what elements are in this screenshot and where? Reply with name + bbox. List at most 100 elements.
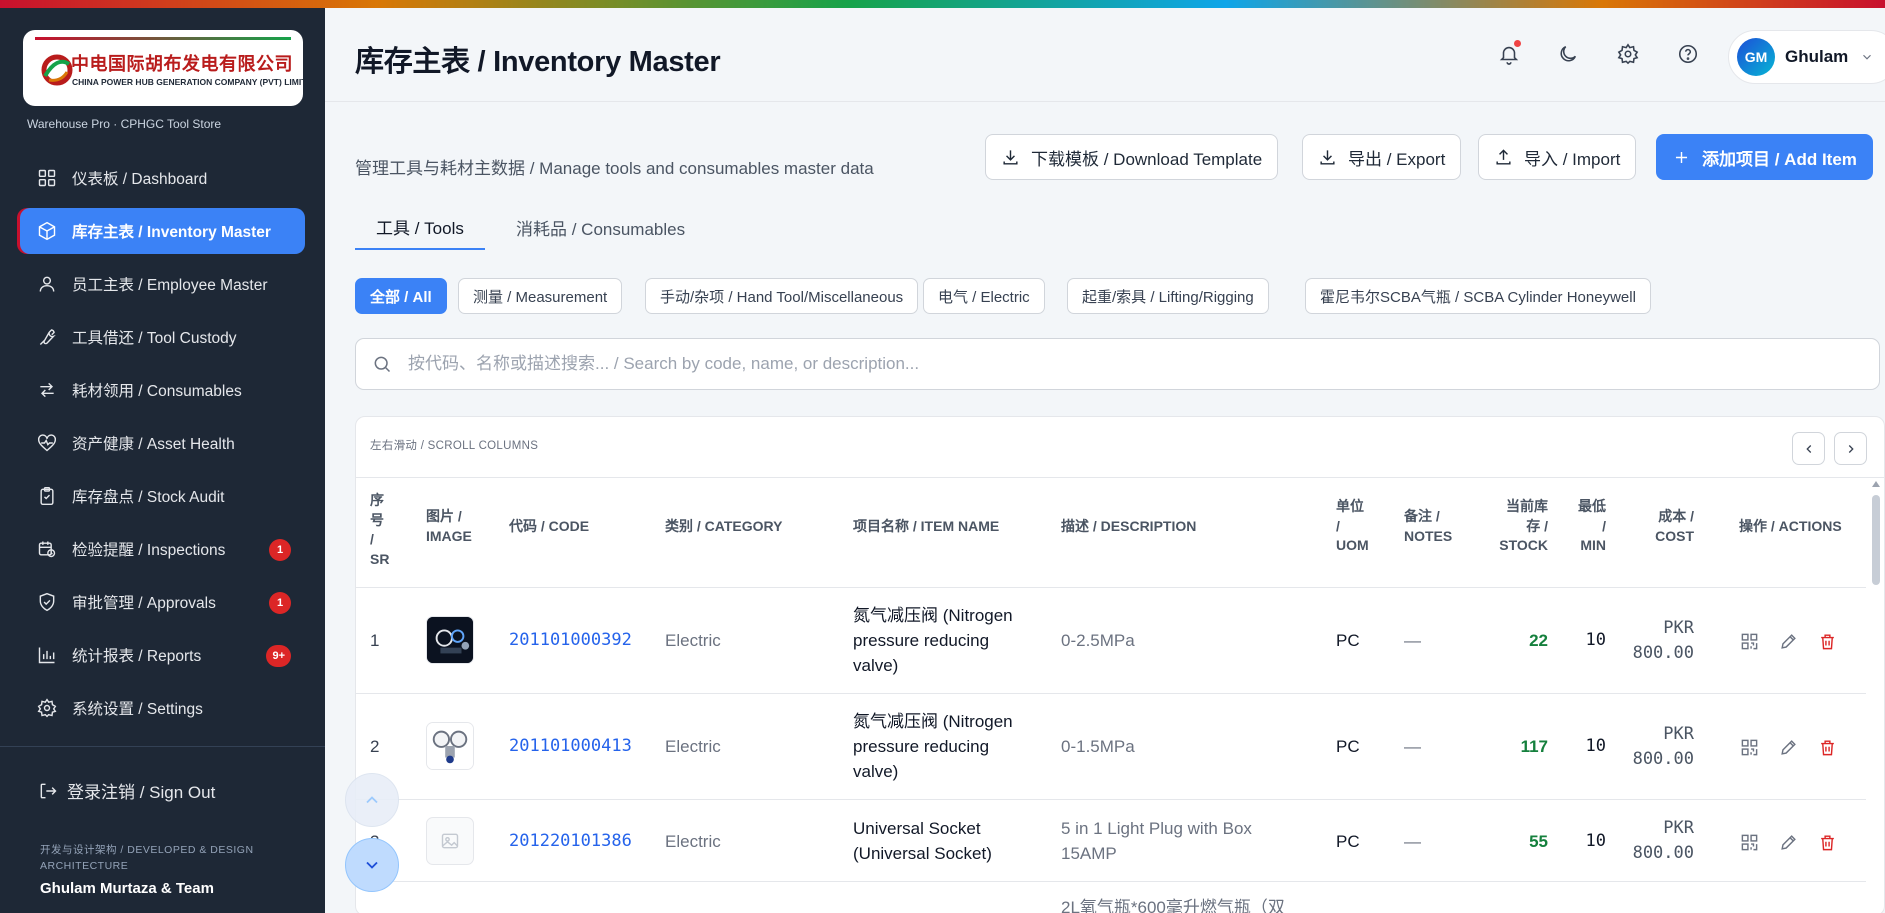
cell-min: 10: [1585, 736, 1606, 756]
cell-sr: 1: [370, 631, 380, 650]
sidebar-item-dashboard[interactable]: 仪表板 / Dashboard: [20, 155, 305, 201]
import-button[interactable]: 导入 / Import: [1478, 134, 1637, 180]
trash-icon: [1820, 739, 1834, 755]
edit-button[interactable]: [1777, 630, 1799, 652]
qr-code-button[interactable]: [1738, 630, 1760, 652]
item-image[interactable]: [426, 817, 474, 865]
notifications-button[interactable]: [1495, 40, 1523, 68]
table-vertical-scrollbar[interactable]: [1870, 479, 1882, 913]
description-line: 15AMP: [1061, 844, 1117, 863]
company-logo[interactable]: 中电国际胡布发电有限公司 CHINA POWER HUB GENERATION …: [23, 30, 303, 106]
filter-chip-all[interactable]: 全部 / All: [355, 278, 447, 314]
sidebar-item-tool-custody[interactable]: 工具借还 / Tool Custody: [20, 314, 305, 360]
shield-check-icon: [36, 591, 58, 613]
header-line: 当前库: [1506, 498, 1548, 514]
bar-chart-icon: [36, 644, 58, 666]
tab-tools[interactable]: 工具 / Tools: [355, 204, 485, 250]
sidebar-item-approvals[interactable]: 审批管理 / Approvals 1: [20, 579, 305, 625]
plus-icon: [1675, 151, 1688, 163]
column-header-description[interactable]: 描述 / DESCRIPTION: [1061, 517, 1196, 537]
scrollbar-thumb[interactable]: [1872, 495, 1880, 585]
column-header-uom: 单位 / UOM: [1336, 497, 1369, 556]
settings-button[interactable]: [1614, 40, 1642, 68]
scroll-up-button[interactable]: [345, 773, 399, 827]
download-template-button[interactable]: 下载模板 / Download Template: [985, 134, 1279, 180]
category-tabs: 工具 / Tools 消耗品 / Consumables: [355, 204, 1885, 252]
user-menu[interactable]: GM Ghulam: [1728, 30, 1885, 84]
add-item-button[interactable]: 添加项目 / Add Item: [1656, 134, 1873, 180]
header-line: 号: [370, 511, 384, 528]
dark-mode-toggle[interactable]: [1554, 40, 1582, 68]
cell-min: 10: [1585, 630, 1606, 650]
item-name-line: valve): [853, 656, 899, 675]
edit-button[interactable]: [1777, 736, 1799, 758]
item-name-line: 氮气减压阀 (Nitrogen: [853, 712, 1013, 731]
item-code-link[interactable]: 201101000392: [509, 628, 632, 653]
item-name-line: 氮气减压阀 (Nitrogen: [853, 606, 1013, 625]
cell-stock: 22: [1529, 631, 1548, 650]
sidebar-item-consumables[interactable]: 耗材领用 / Consumables: [20, 367, 305, 413]
item-code-link[interactable]: 201220101386: [509, 829, 632, 854]
table-row[interactable]: 3 201220101386 Electric Universal Socket…: [356, 800, 1866, 882]
edit-button[interactable]: [1777, 831, 1799, 853]
column-header-code[interactable]: 代码 / CODE: [509, 517, 589, 537]
tab-consumables[interactable]: 消耗品 / Consumables: [495, 204, 706, 250]
table-row[interactable]: 2 201101000413 Electric 氮气减压阀 (Nitrogen …: [356, 694, 1866, 800]
download-icon: [1003, 149, 1018, 165]
sidebar-item-label: 仪表板 / Dashboard: [72, 171, 208, 188]
scroll-left-button[interactable]: [1792, 432, 1825, 465]
delete-button[interactable]: [1816, 736, 1838, 758]
sidebar-item-settings[interactable]: 系统设置 / Settings: [20, 685, 305, 731]
column-header-item-name[interactable]: 项目名称 / ITEM NAME: [853, 517, 999, 537]
swap-icon: [36, 379, 58, 401]
notification-dot: [1514, 40, 1521, 47]
filter-chip-hand-tool[interactable]: 手动/杂项 / Hand Tool/Miscellaneous: [645, 278, 919, 314]
sidebar-item-label: 工具借还 / Tool Custody: [72, 330, 237, 347]
reports-count-badge: 9+: [266, 645, 291, 667]
import-label: 导入 / Import: [1524, 149, 1621, 169]
inspections-count-badge: 1: [269, 539, 291, 561]
sidebar-item-reports[interactable]: 统计报表 / Reports 9+: [20, 632, 305, 678]
filter-chip-lifting-rigging[interactable]: 起重/索具 / Lifting/Rigging: [1067, 278, 1269, 314]
calendar-clock-icon: [36, 538, 58, 560]
page-header: 库存主表 / Inventory Master GM Ghulam: [325, 8, 1885, 102]
scroll-right-button[interactable]: [1834, 432, 1867, 465]
filter-chip-measurement[interactable]: 测量 / Measurement: [458, 278, 623, 314]
chevron-down-icon: [1860, 50, 1874, 64]
search-input[interactable]: [408, 354, 1808, 374]
sidebar-item-label: 资产健康 / Asset Health: [72, 436, 235, 453]
header-line: 成本 /: [1658, 508, 1694, 524]
sidebar-item-stock-audit[interactable]: 库存盘点 / Stock Audit: [20, 473, 305, 519]
item-image[interactable]: [426, 722, 474, 770]
sidebar-item-employee-master[interactable]: 员工主表 / Employee Master: [20, 261, 305, 307]
cell-uom: PC: [1336, 737, 1360, 756]
sign-out-label: 登录注销 / Sign Out: [67, 783, 216, 802]
sidebar-item-inspections[interactable]: 检验提醒 / Inspections 1: [20, 526, 305, 572]
filter-chip-scba-cylinder[interactable]: 霍尼韦尔SCBA气瓶 / SCBA Cylinder Honeywell: [1305, 278, 1651, 314]
filter-chip-electric[interactable]: 电气 / Electric: [923, 278, 1045, 314]
help-button[interactable]: [1674, 40, 1702, 68]
table-row[interactable]: 2L氧气瓶*600毫升燃气瓶（双: [356, 882, 1866, 913]
box-icon: [36, 220, 58, 242]
scroll-down-button[interactable]: [345, 838, 399, 892]
column-header-stock: 当前库 存 / STOCK: [1478, 497, 1548, 556]
qr-code-button[interactable]: [1738, 736, 1760, 758]
cost-currency: PKR: [1663, 818, 1694, 838]
qr-code-button[interactable]: [1738, 831, 1760, 853]
delete-button[interactable]: [1816, 831, 1838, 853]
delete-button[interactable]: [1816, 630, 1838, 652]
moon-icon: [1560, 45, 1577, 62]
trash-icon: [1820, 633, 1834, 649]
sidebar-item-inventory-master[interactable]: 库存主表 / Inventory Master: [20, 208, 305, 254]
export-button[interactable]: 导出 / Export: [1302, 134, 1462, 180]
item-image[interactable]: [426, 616, 474, 664]
sidebar-item-label: 检验提醒 / Inspections: [72, 542, 226, 559]
user-name: Ghulam: [1785, 47, 1849, 66]
sidebar-item-asset-health[interactable]: 资产健康 / Asset Health: [20, 420, 305, 466]
item-name-line: valve): [853, 762, 899, 781]
sidebar-item-label: 库存主表 / Inventory Master: [72, 224, 271, 241]
column-header-category[interactable]: 类别 / CATEGORY: [665, 517, 782, 537]
sign-out-button[interactable]: 登录注销 / Sign Out: [38, 778, 215, 803]
table-row[interactable]: 1 201101000392 Electric 氮气减压阀 (Nitrogen …: [356, 588, 1866, 694]
item-code-link[interactable]: 201101000413: [509, 734, 632, 759]
